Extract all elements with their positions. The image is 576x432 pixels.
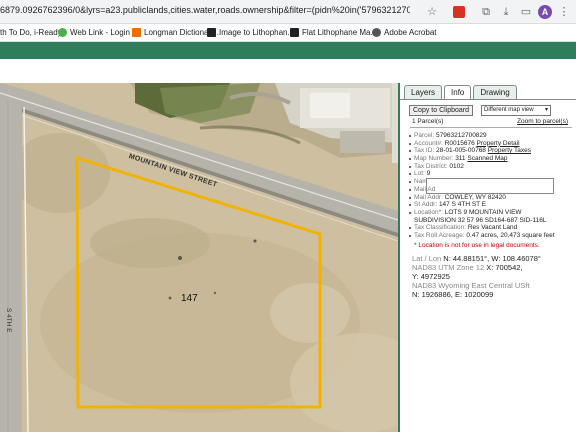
- tab-underline: [400, 99, 576, 100]
- map-view-select-value: Different map view: [484, 107, 534, 113]
- field-value: 9: [426, 170, 431, 178]
- field-label: Lot:: [414, 170, 425, 178]
- field-parcel: Parcel: 57963212700829: [409, 132, 576, 140]
- stateplane-label: NAD83 Wyoming East Central USft: [412, 281, 530, 290]
- utm-row: NAD83 UTM Zone 12 X: 700542,: [412, 263, 541, 272]
- field-value: 28-01-005-00768: [436, 147, 486, 155]
- field-label: St Addr:: [414, 201, 438, 209]
- utm-label: NAD83 UTM Zone 12: [412, 263, 485, 272]
- field-value: COWLEY, WY 82420: [444, 193, 506, 201]
- field-label: Tax Roll Acreage:: [414, 231, 465, 239]
- field-tax-classification: Tax Classification: Res Vacant Land: [409, 224, 576, 232]
- site-header-space: [0, 59, 576, 83]
- coordinates-block: Lat / Lon N: 44.88151°, W: 108.46078° NA…: [412, 254, 541, 299]
- field-value: 57963212700829: [436, 132, 487, 139]
- field-location: Location*: LOTS 9 MOUNTAIN VIEW: [409, 208, 576, 217]
- dictionary-icon: [132, 28, 141, 37]
- browser-url-bar[interactable]: 6879.0926762396/0&lyrs=a23.publiclands,c…: [0, 0, 576, 24]
- menu-kebab-icon[interactable]: ⋮: [556, 4, 572, 20]
- field-mail-address: Mail Ad: [409, 185, 576, 194]
- field-mail-addr: Mail Addr: COWLEY, WY 82420: [409, 193, 576, 202]
- legal-note: * Location is not for use in legal docum…: [414, 242, 540, 249]
- site-header-bar: [0, 42, 576, 59]
- extension-puzzle-icon[interactable]: ⧉: [478, 4, 494, 20]
- adobe-icon: [372, 28, 381, 37]
- bookmark-weblink[interactable]: Web Link - Login: [58, 28, 130, 37]
- lithophane-icon: [290, 28, 299, 37]
- parcel-number-label: 147: [181, 293, 198, 304]
- bookmark-label: th To Do, i-Ready: [0, 28, 62, 37]
- field-label: Mail Addr:: [414, 193, 443, 201]
- field-label: Tax Classification:: [414, 224, 467, 232]
- field-value: 0.47 acres, 20,473 square feet: [466, 231, 555, 239]
- field-map-number: Map Number: 311 Scanned Map: [409, 155, 576, 163]
- scanned-map-link[interactable]: Scanned Map: [467, 155, 507, 162]
- bookmark-label: Web Link - Login: [70, 28, 130, 37]
- profile-avatar[interactable]: A: [538, 5, 552, 19]
- field-st-addr: St Addr: 147 S 4TH ST E: [409, 201, 576, 209]
- field-label: Account#:: [414, 139, 443, 147]
- download-icon[interactable]: ⤓: [498, 4, 514, 20]
- field-value: LOTS 9 MOUNTAIN VIEW: [444, 208, 522, 216]
- extension-icon[interactable]: [453, 6, 465, 18]
- field-label: Location*:: [414, 208, 443, 216]
- property-detail-link[interactable]: Property Detail: [477, 140, 520, 147]
- star-icon[interactable]: ☆: [424, 4, 440, 20]
- latlon-row: Lat / Lon N: 44.88151°, W: 108.46078°: [412, 254, 541, 263]
- field-value: 0102: [449, 162, 464, 170]
- field-name: Name:: [409, 178, 576, 195]
- latlon-label: Lat / Lon: [412, 254, 442, 263]
- lithophane-icon: [207, 28, 216, 37]
- utm-y-row: Y: 4972925: [412, 272, 450, 281]
- url-text[interactable]: 6879.0926762396/0&lyrs=a23.publiclands,c…: [0, 5, 410, 15]
- tab-info[interactable]: Info: [444, 85, 472, 99]
- stateplane-value: N: 1926886, E: 1020099: [412, 290, 494, 299]
- bookmark-adobe[interactable]: Adobe Acrobat: [372, 28, 436, 37]
- field-account: Account#: R0015676 Property Detail: [409, 139, 576, 148]
- field-tax-district: Tax District: 0102: [409, 162, 576, 171]
- copy-to-clipboard-button[interactable]: Copy to Clipboard: [409, 105, 474, 116]
- tab-drawing[interactable]: Drawing: [473, 85, 517, 99]
- chevron-down-icon: ▾: [544, 107, 548, 113]
- field-label: Tax ID:: [414, 147, 435, 155]
- parcel-count-row: 1 Parcel(s) Zoom to parcel(s): [412, 118, 572, 125]
- bookmark-label: Image to Lithophan...: [219, 28, 295, 37]
- field-label: Tax District:: [414, 162, 448, 170]
- property-taxes-link[interactable]: Property Taxes: [488, 147, 531, 154]
- panel-tabs: Layers Info Drawing: [404, 85, 517, 99]
- field-value: 147 S 4TH ST E: [438, 201, 487, 209]
- zoom-to-parcel-link[interactable]: Zoom to parcel(s): [517, 118, 568, 125]
- globe-icon: [58, 28, 67, 37]
- parcel-fields: Parcel: 57963212700829 Account#: R001567…: [409, 132, 576, 240]
- field-label: Mail Ad: [414, 185, 436, 193]
- info-panel: Layers Info Drawing Copy to Clipboard Di…: [398, 83, 576, 432]
- aerial-map[interactable]: MOUNTAIN VIEW STREET S 4TH E 147: [0, 83, 398, 432]
- side-street-label: S 4TH E: [5, 308, 12, 333]
- sidebar-icon[interactable]: ▭: [518, 4, 534, 20]
- aerial-imagery: [0, 83, 398, 432]
- field-value: Res Vacant Land: [467, 224, 518, 232]
- parcel-count: 1 Parcel(s): [412, 118, 444, 125]
- field-location-cont: SUBDIVISION 32 57 96 SD164-687 SID-116L: [414, 217, 576, 225]
- bookmark-lithophane[interactable]: Image to Lithophan...: [207, 28, 294, 37]
- field-label: Parcel:: [414, 132, 435, 139]
- field-value: 311: [455, 155, 466, 163]
- latlon-value: N: 44.88151°, W: 108.46078°: [443, 254, 541, 263]
- bookmark-iready[interactable]: th To Do, i-Ready: [0, 28, 62, 37]
- bookmark-label: Flat Lithophane Ma...: [302, 28, 378, 37]
- bookmarks-bar: th To Do, i-Ready Web Link - Login Longm…: [0, 24, 576, 42]
- bookmark-label: Adobe Acrobat: [384, 28, 437, 37]
- bookmark-flat-lithophane[interactable]: Flat Lithophane Ma...: [290, 28, 377, 37]
- tab-layers[interactable]: Layers: [404, 85, 443, 99]
- field-lot: Lot: 9: [409, 170, 576, 178]
- utm-x-value: X: 700542,: [486, 263, 523, 272]
- field-label: Map Number:: [414, 155, 454, 163]
- field-value: SUBDIVISION 32 57 96 SD164-687 SID-116L: [414, 216, 547, 224]
- field-value: R0015676: [444, 139, 475, 147]
- divider: [410, 127, 572, 128]
- field-tax-id: Tax ID: 28-01-005-00768 Property Taxes: [409, 147, 576, 155]
- field-tax-roll-acreage: Tax Roll Acreage: 0.47 acres, 20,473 squ…: [409, 231, 576, 240]
- map-view-select[interactable]: Different map view ▾: [481, 105, 551, 116]
